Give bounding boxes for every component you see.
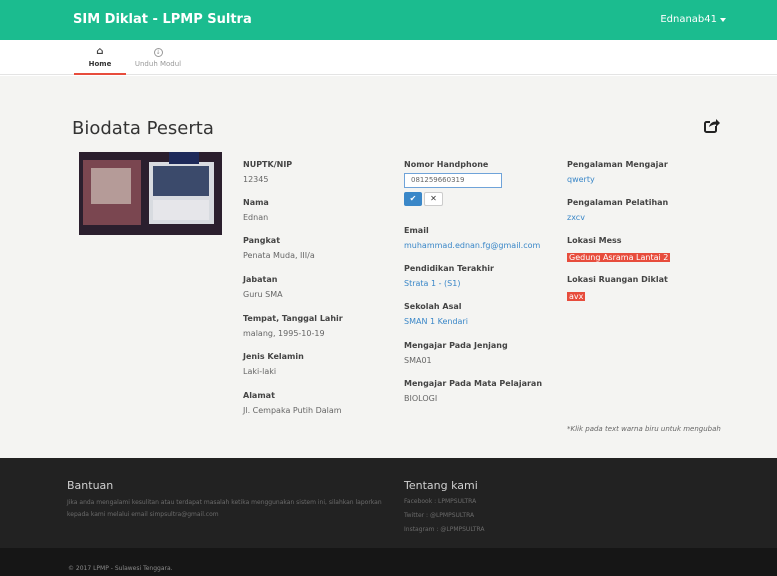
field-label: Nomor Handphone: [404, 160, 489, 169]
tab-home[interactable]: ⌂ Home: [74, 46, 126, 75]
tab-unduh-label: Unduh Modul: [134, 60, 182, 68]
field-pengalaman-pelatihan: Pengalaman Pelatihan zxcv: [567, 198, 668, 222]
tab-unduh-modul[interactable]: ↓ Unduh Modul: [134, 46, 182, 75]
download-icon: ↓: [153, 48, 163, 57]
nav-tabs: ⌂ Home ↓ Unduh Modul: [0, 40, 777, 75]
caret-down-icon: [720, 17, 726, 22]
field-phone: Nomor Handphone: [404, 160, 488, 169]
footer-help-text-2: kepada kami melalui email simpsultra@gma…: [67, 511, 219, 518]
field-label: Lokasi Ruangan Diklat: [567, 275, 668, 284]
field-email: Email muhammad.ednan.fg@gmail.com: [404, 226, 540, 250]
lokasi-mess-value[interactable]: Gedung Asrama Lantai 2: [567, 253, 671, 262]
field-jabatan: Jabatan Guru SMA: [243, 275, 283, 299]
field-label: Jabatan: [243, 275, 278, 284]
field-value: BIOLOGI: [404, 394, 438, 403]
field-label: Alamat: [243, 391, 275, 400]
footer-help-text-1: Jika anda mengalami kesulitan atau terda…: [67, 499, 382, 506]
lokasi-ruangan-value[interactable]: avx: [567, 292, 586, 301]
field-value: Laki-laki: [243, 367, 277, 376]
field-label: Pengalaman Mengajar: [567, 160, 668, 169]
field-ttl: Tempat, Tanggal Lahir malang, 1995-10-19: [243, 314, 343, 338]
field-mata-pelajaran: Mengajar Pada Mata Pelajaran BIOLOGI: [404, 379, 542, 403]
field-label: Pendidikan Terakhir: [404, 264, 494, 273]
home-icon: ⌂: [96, 46, 104, 57]
field-label: Sekolah Asal: [404, 302, 462, 311]
profile-photo: [79, 152, 222, 235]
pengalaman-mengajar-link[interactable]: qwerty: [567, 175, 668, 184]
pengalaman-pelatihan-link[interactable]: zxcv: [567, 213, 668, 222]
footer-about-title: Tentang kami: [404, 479, 478, 492]
field-label: Pengalaman Pelatihan: [567, 198, 669, 207]
field-pangkat: Pangkat Penata Muda, III/a: [243, 236, 315, 260]
field-label: Tempat, Tanggal Lahir: [243, 314, 343, 323]
field-lokasi-mess: Lokasi Mess Gedung Asrama Lantai 2: [567, 236, 671, 264]
copyright-text: © 2017 LPMP - Sulawesi Tenggara.: [68, 565, 173, 572]
field-value: malang, 1995-10-19: [243, 329, 325, 338]
field-sekolah: Sekolah Asal SMAN 1 Kendari: [404, 302, 468, 326]
user-name: Ednanab41: [660, 14, 717, 25]
field-jenjang: Mengajar Pada Jenjang SMA01: [404, 341, 508, 365]
field-label: Jenis Kelamin: [243, 352, 304, 361]
field-value: SMA01: [404, 356, 432, 365]
confirm-button[interactable]: ✔: [404, 192, 422, 206]
page-title: Biodata Peserta: [72, 118, 214, 139]
edit-hint: *Klik pada text warna biru untuk menguba…: [567, 425, 721, 433]
field-label: Pangkat: [243, 236, 281, 245]
facebook-link[interactable]: Facebook : LPMPSULTRA: [404, 498, 476, 505]
field-value: 12345: [243, 175, 269, 184]
field-value: Penata Muda, III/a: [243, 251, 315, 260]
field-nama: Nama Ednan: [243, 198, 269, 222]
sekolah-link[interactable]: SMAN 1 Kendari: [404, 317, 468, 326]
twitter-link[interactable]: Twitter : @LPMPSULTRA: [404, 512, 474, 519]
field-lokasi-ruangan: Lokasi Ruangan Diklat avx: [567, 275, 668, 303]
cancel-button[interactable]: ✕: [424, 192, 443, 206]
field-pendidikan: Pendidikan Terakhir Strata 1 - (S1): [404, 264, 494, 288]
field-value: Jl. Cempaka Putih Dalam: [243, 406, 342, 415]
brand-title[interactable]: SIM Diklat - LPMP Sultra: [73, 12, 252, 27]
field-label: Mengajar Pada Mata Pelajaran: [404, 379, 543, 388]
field-label: Lokasi Mess: [567, 236, 622, 245]
field-pengalaman-mengajar: Pengalaman Mengajar qwerty: [567, 160, 668, 184]
phone-input[interactable]: 081259660319: [404, 173, 502, 188]
user-menu[interactable]: Ednanab41: [660, 14, 726, 25]
instagram-link[interactable]: Instagram : @LPMPSULTRA: [404, 526, 485, 533]
share-icon[interactable]: [704, 118, 720, 133]
top-navbar: SIM Diklat - LPMP Sultra Ednanab41: [0, 0, 777, 40]
field-label: Email: [404, 226, 429, 235]
email-link[interactable]: muhammad.ednan.fg@gmail.com: [404, 241, 540, 250]
footer-help-title: Bantuan: [67, 479, 114, 492]
field-alamat: Alamat Jl. Cempaka Putih Dalam: [243, 391, 342, 415]
tab-home-label: Home: [88, 60, 112, 68]
field-value: Guru SMA: [243, 290, 283, 299]
field-label: Nama: [243, 198, 269, 207]
pendidikan-link[interactable]: Strata 1 - (S1): [404, 279, 494, 288]
field-jenis-kelamin: Jenis Kelamin Laki-laki: [243, 352, 304, 376]
field-label: NUPTK/NIP: [243, 160, 293, 169]
field-value: Ednan: [243, 213, 269, 222]
field-label: Mengajar Pada Jenjang: [404, 341, 508, 350]
field-nuptk: NUPTK/NIP 12345: [243, 160, 292, 184]
